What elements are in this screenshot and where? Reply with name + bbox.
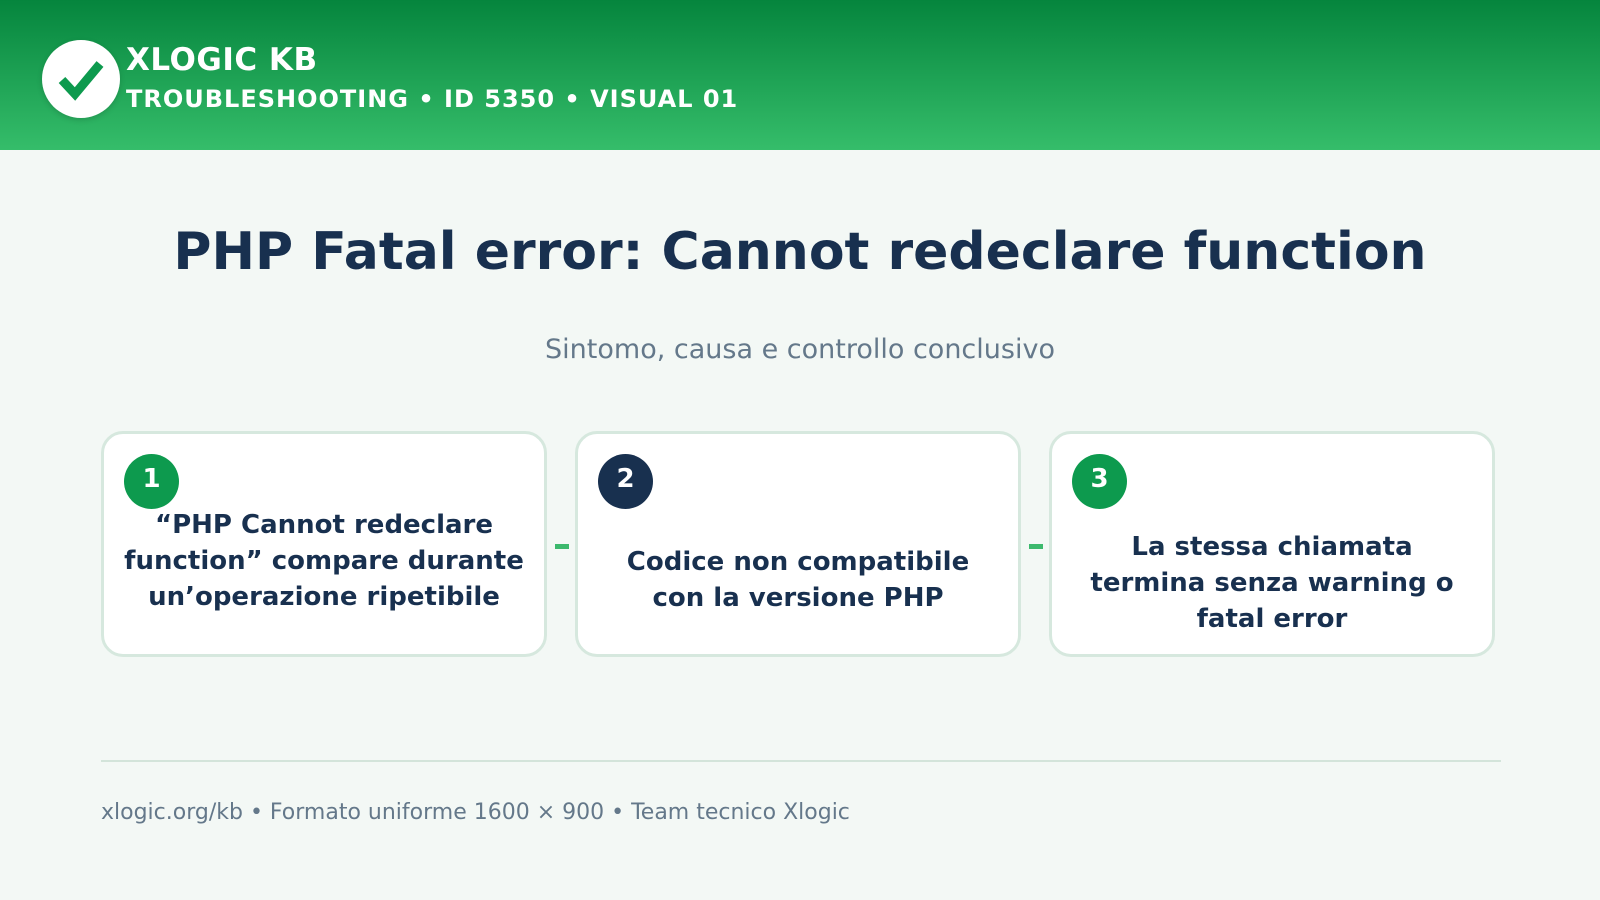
page-title: PHP Fatal error: Cannot redeclare functi…: [173, 222, 1427, 282]
header-banner: XLOGIC KB TROUBLESHOOTING • ID 5350 • VI…: [0, 0, 1600, 150]
check-icon: [58, 61, 104, 101]
step-card-2: 2 Codice non compatibile con la versione…: [575, 431, 1021, 657]
brand-name: XLOGIC KB: [126, 42, 318, 78]
step-number-badge: 2: [598, 454, 653, 509]
step-card-1: 1 “PHP Cannot redeclare function” compar…: [101, 431, 547, 657]
logo: [42, 40, 120, 118]
breadcrumb: TROUBLESHOOTING • ID 5350 • VISUAL 01: [126, 85, 739, 113]
step-text: La stessa chiamata termina senza warning…: [1090, 532, 1454, 634]
page-subtitle: Sintomo, causa e controllo conclusivo: [545, 334, 1055, 365]
step-number-badge: 3: [1072, 454, 1127, 509]
step-number-badge: 1: [124, 454, 179, 509]
step-connector: [555, 544, 569, 549]
step-card-3: 3 La stessa chiamata termina senza warni…: [1049, 431, 1495, 657]
step-text: “PHP Cannot redeclare function” compare …: [124, 510, 524, 612]
step-connector: [1029, 544, 1043, 549]
footer-text: xlogic.org/kb • Formato uniforme 1600 × …: [101, 800, 850, 825]
step-text: Codice non compatibile con la versione P…: [626, 547, 970, 613]
footer-divider: [101, 760, 1501, 762]
